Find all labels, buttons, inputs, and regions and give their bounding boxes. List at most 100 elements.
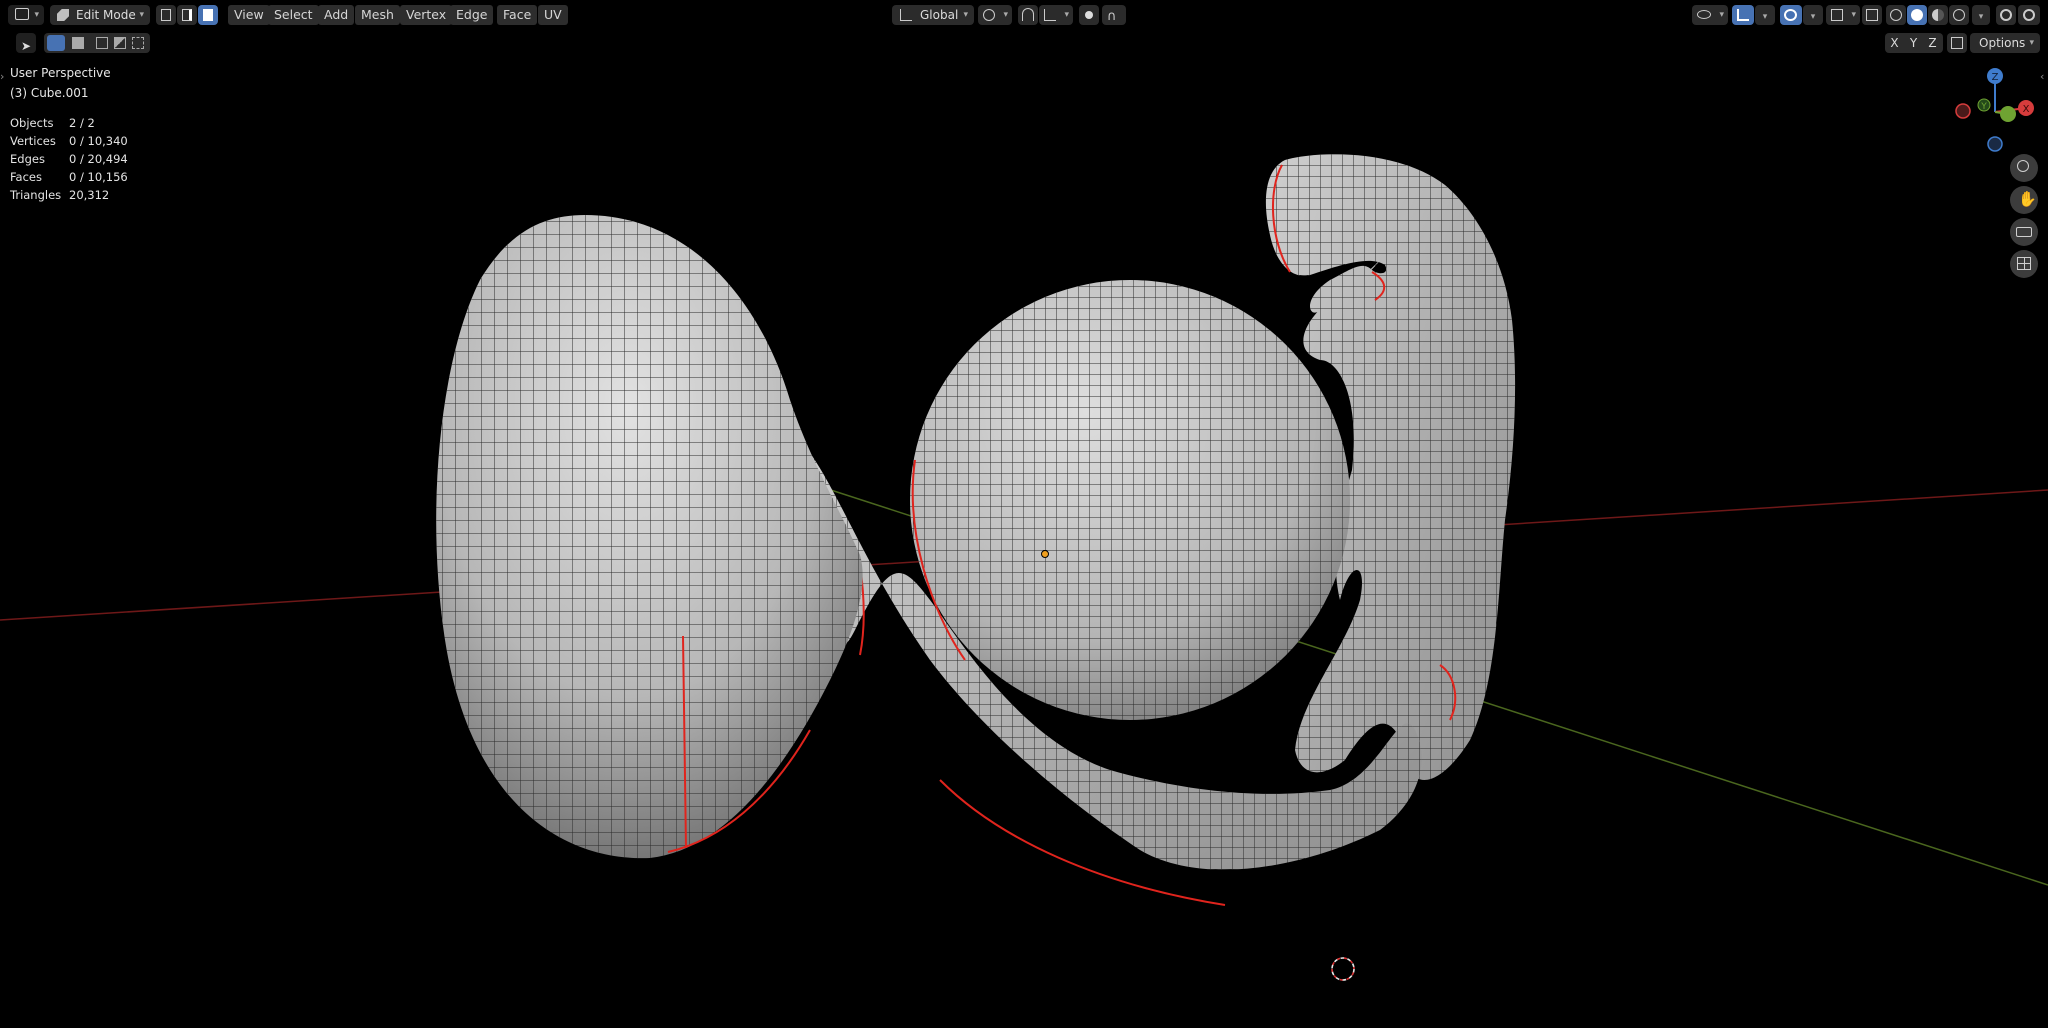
stat-vertices-value: 0 / 10,340 xyxy=(69,134,128,148)
gizmo-z-label: Z xyxy=(1992,72,1999,83)
proportional-falloff-dropdown[interactable]: ∩ xyxy=(1102,5,1126,25)
mirror-y-toggle[interactable]: Y xyxy=(1904,33,1923,53)
proportional-edit-icon xyxy=(1085,11,1093,19)
select-cursor-icon: ➤ xyxy=(21,39,32,53)
stat-triangles-label: Triangles xyxy=(10,188,62,202)
render-region-button[interactable] xyxy=(1996,5,2016,25)
gizmo-dropdown[interactable]: ▾ xyxy=(1755,5,1775,25)
select-tool-button[interactable]: ➤ xyxy=(16,33,36,53)
mode-dropdown[interactable]: Edit Mode ▾ xyxy=(50,5,150,25)
shading-wireframe-button[interactable] xyxy=(1886,5,1906,25)
gizmo-y-axis[interactable] xyxy=(2000,106,2016,122)
transform-orientation-label: Global xyxy=(920,8,959,22)
shading-rendered-button[interactable] xyxy=(1949,5,1969,25)
vertex-select-button[interactable] xyxy=(156,5,176,25)
shading-solid-icon xyxy=(1911,9,1923,21)
gizmo-neg-z[interactable] xyxy=(1987,136,2003,152)
editor-type-button[interactable]: ▾ xyxy=(8,5,44,25)
navigation-gizmo[interactable]: Z X Y xyxy=(1950,62,2046,158)
menu-uv[interactable]: UV xyxy=(538,5,568,25)
perspective-toggle-button[interactable] xyxy=(2010,250,2038,278)
overlay-dropdown[interactable]: ▾ xyxy=(1803,5,1823,25)
xray-toggle[interactable] xyxy=(1862,5,1882,25)
viewport-options-button[interactable] xyxy=(2018,5,2040,25)
header-bar: ▾ Edit Mode ▾ View Select Add Mesh Verte… xyxy=(0,0,2048,30)
mesh-pear-object[interactable] xyxy=(436,215,863,859)
mirror-axis-group: X Y Z xyxy=(1885,33,1943,53)
shading-dropdown[interactable]: ▾ xyxy=(1972,5,1990,25)
perspective-grid-icon xyxy=(2017,257,2031,270)
pan-button[interactable]: ✋ xyxy=(2010,186,2038,214)
face-select-button[interactable] xyxy=(198,5,218,25)
select-mode-group xyxy=(44,33,150,53)
edge-select-button[interactable] xyxy=(177,5,197,25)
gizmo-neg-x[interactable] xyxy=(1955,103,1971,119)
select-box-icon[interactable] xyxy=(47,35,65,51)
pivot-point-dropdown[interactable]: ▾ xyxy=(978,5,1012,25)
menu-edge[interactable]: Edge xyxy=(450,5,494,25)
transform-orientation-dropdown[interactable]: Global ▾ xyxy=(892,5,974,25)
snap-target-icon xyxy=(1044,9,1056,21)
select-invert-icon[interactable] xyxy=(114,37,126,49)
select-intersect-icon[interactable] xyxy=(132,37,144,49)
shading-material-button[interactable] xyxy=(1928,5,1948,25)
options-dropdown[interactable]: Options ▾ xyxy=(1970,33,2040,53)
stat-triangles-value: 20,312 xyxy=(69,188,110,202)
menu-select[interactable]: Select xyxy=(268,5,319,25)
editor-type-icon xyxy=(15,8,29,20)
viewport-canvas[interactable] xyxy=(0,0,2048,1024)
menu-view[interactable]: View xyxy=(228,5,270,25)
viewport-options-icon xyxy=(2023,9,2035,21)
gizmo-x-label: X xyxy=(2023,104,2030,115)
object-origin-dot xyxy=(1041,550,1049,558)
select-subtract-icon[interactable] xyxy=(96,37,108,49)
menu-vertex[interactable]: Vertex xyxy=(400,5,453,25)
edit-mode-icon xyxy=(57,9,69,21)
overlay-icon xyxy=(1784,9,1797,21)
mode-label: Edit Mode xyxy=(76,8,136,22)
stat-vertices-label: Vertices xyxy=(10,134,56,148)
menu-mesh[interactable]: Mesh xyxy=(355,5,400,25)
pan-icon: ✋ xyxy=(2018,190,2037,208)
snap-target-dropdown[interactable]: ▾ xyxy=(1039,5,1073,25)
active-object-name: (3) Cube.001 xyxy=(10,86,89,100)
object-visibility-dropdown[interactable]: ▾ xyxy=(1692,5,1728,25)
mirror-z-toggle[interactable]: Z xyxy=(1923,33,1942,53)
proportional-edit-toggle[interactable] xyxy=(1079,5,1099,25)
options-label: Options xyxy=(1979,36,2026,50)
mesh-edit-overlay-dropdown[interactable]: ▾ xyxy=(1826,5,1860,25)
menu-add[interactable]: Add xyxy=(318,5,355,25)
auto-merge-toggle[interactable] xyxy=(1947,33,1967,53)
stat-objects-value: 2 / 2 xyxy=(69,116,95,130)
shading-rendered-icon xyxy=(1953,9,1965,21)
render-region-icon xyxy=(2000,9,2012,21)
transform-orientation-icon xyxy=(900,9,912,21)
camera-view-button[interactable] xyxy=(2010,218,2038,246)
stat-faces-value: 0 / 10,156 xyxy=(69,170,128,184)
overlay-toggle[interactable] xyxy=(1780,5,1802,25)
vertex-select-icon xyxy=(161,9,171,21)
menu-face[interactable]: Face xyxy=(497,5,538,25)
3d-viewport[interactable] xyxy=(0,0,2048,1024)
snap-toggle[interactable] xyxy=(1018,5,1038,25)
falloff-curve-icon: ∩ xyxy=(1107,9,1117,24)
stat-objects-label: Objects xyxy=(10,116,54,130)
gizmo-icon xyxy=(1737,9,1749,21)
shading-solid-button[interactable] xyxy=(1907,5,1927,25)
3d-cursor-icon[interactable] xyxy=(1331,957,1355,981)
mirror-x-toggle[interactable]: X xyxy=(1885,33,1904,53)
xray-icon xyxy=(1866,9,1878,21)
gizmo-toggle[interactable] xyxy=(1732,5,1754,25)
select-extend-icon[interactable] xyxy=(72,37,84,49)
face-select-icon xyxy=(203,9,213,21)
zoom-button[interactable] xyxy=(2010,154,2038,182)
camera-icon xyxy=(2016,227,2032,237)
stat-edges-label: Edges xyxy=(10,152,45,166)
view-name: User Perspective xyxy=(10,66,111,80)
stat-edges-value: 0 / 20,494 xyxy=(69,152,128,166)
edge-select-icon xyxy=(182,9,192,21)
mesh-sphere[interactable] xyxy=(910,280,1350,720)
toolbar-expand-icon[interactable]: › xyxy=(0,70,4,83)
snap-icon xyxy=(1022,8,1034,21)
zoom-icon xyxy=(2017,160,2029,172)
